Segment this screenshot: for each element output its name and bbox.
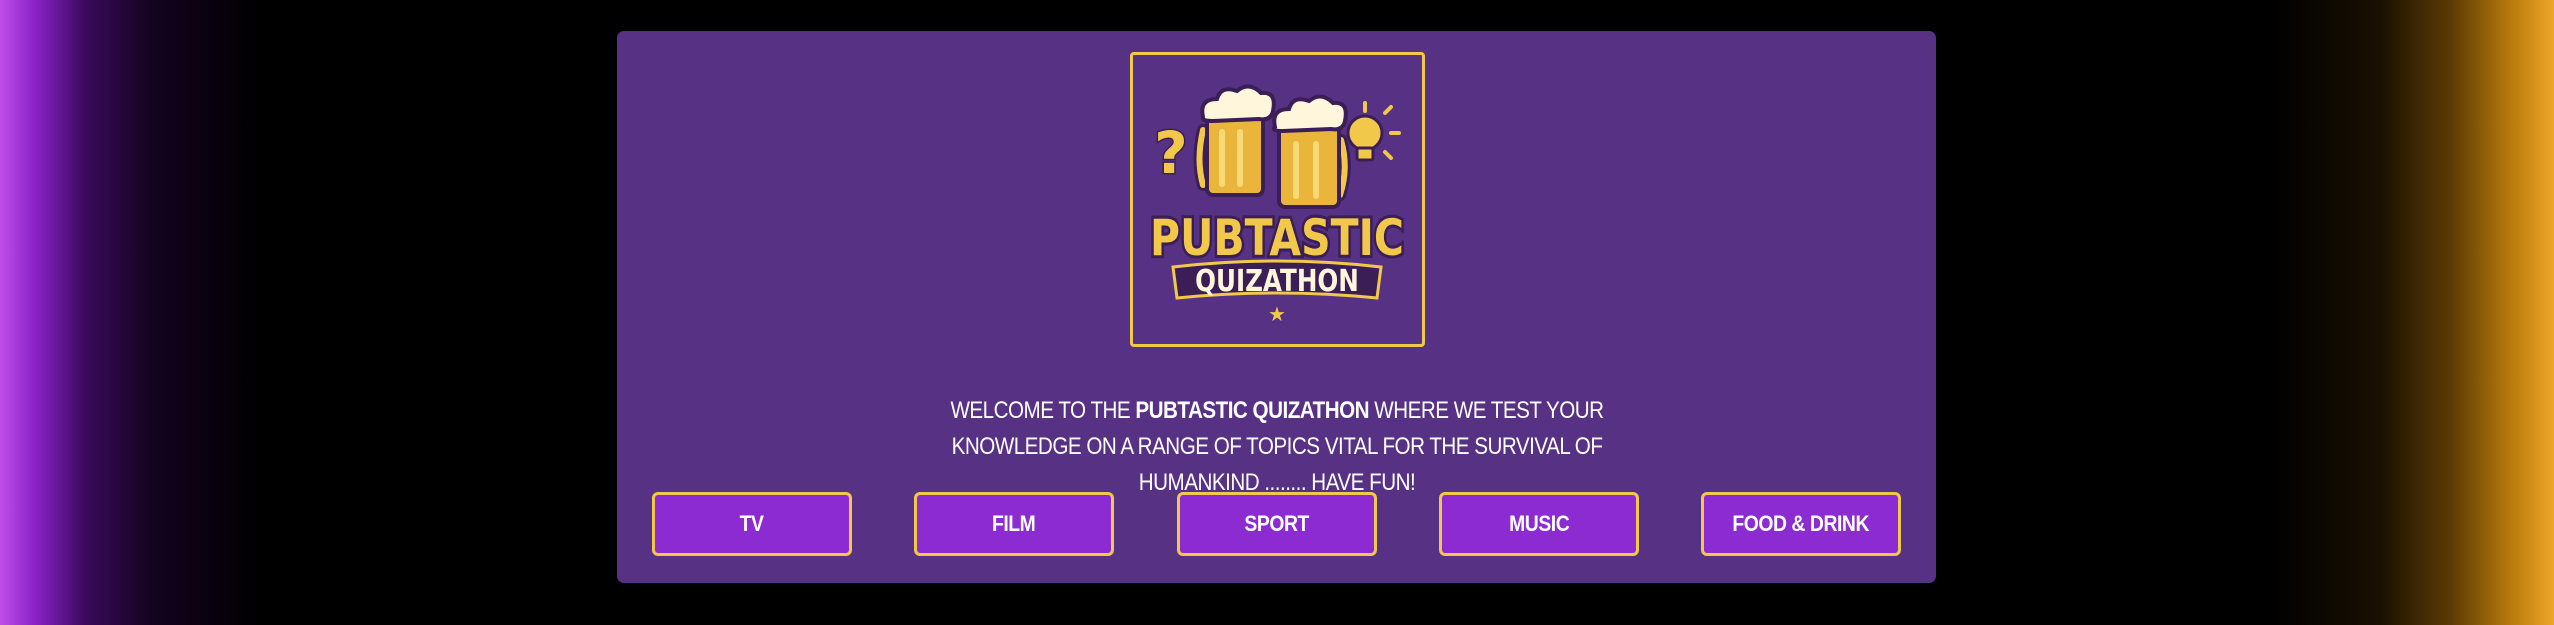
category-button-film[interactable]: FILM — [914, 492, 1114, 556]
category-button-tv[interactable]: TV — [652, 492, 852, 556]
logo-subtitle: QUIZATHON — [1195, 265, 1359, 299]
beer-mug-icon — [1193, 84, 1276, 197]
category-buttons: TV FILM SPORT MUSIC FOOD & DRINK — [617, 492, 1936, 556]
lightbulb-icon — [1346, 101, 1401, 162]
welcome-prefix: Welcome to the — [950, 397, 1136, 424]
beer-mug-icon — [1272, 94, 1351, 209]
quiz-panel: ? PUBTASTIC QUIZATHON ★ WELCOME TO THE P… — [617, 31, 1936, 583]
welcome-text: Welcome to the Pubtastic Quizathon where… — [890, 393, 1664, 501]
category-button-sport[interactable]: SPORT — [1177, 492, 1377, 556]
category-button-food-drink[interactable]: FOOD & DRINK — [1701, 492, 1901, 556]
star-icon: ★ — [1268, 302, 1286, 326]
category-label: TV — [740, 511, 764, 536]
category-label: SPORT — [1244, 511, 1310, 536]
pubtastic-logo: ? PUBTASTIC QUIZATHON ★ — [1130, 52, 1425, 347]
category-label: FILM — [992, 511, 1036, 536]
category-button-music[interactable]: MUSIC — [1439, 492, 1639, 556]
category-label: MUSIC — [1508, 511, 1570, 536]
category-label: FOOD & DRINK — [1732, 511, 1870, 536]
welcome-brand: Pubtastic Quizathon — [1135, 397, 1370, 424]
question-mark-icon: ? — [1154, 119, 1188, 187]
logo-graphic: ? PUBTASTIC QUIZATHON ★ — [1147, 84, 1407, 326]
logo-title: PUBTASTIC — [1150, 209, 1404, 267]
